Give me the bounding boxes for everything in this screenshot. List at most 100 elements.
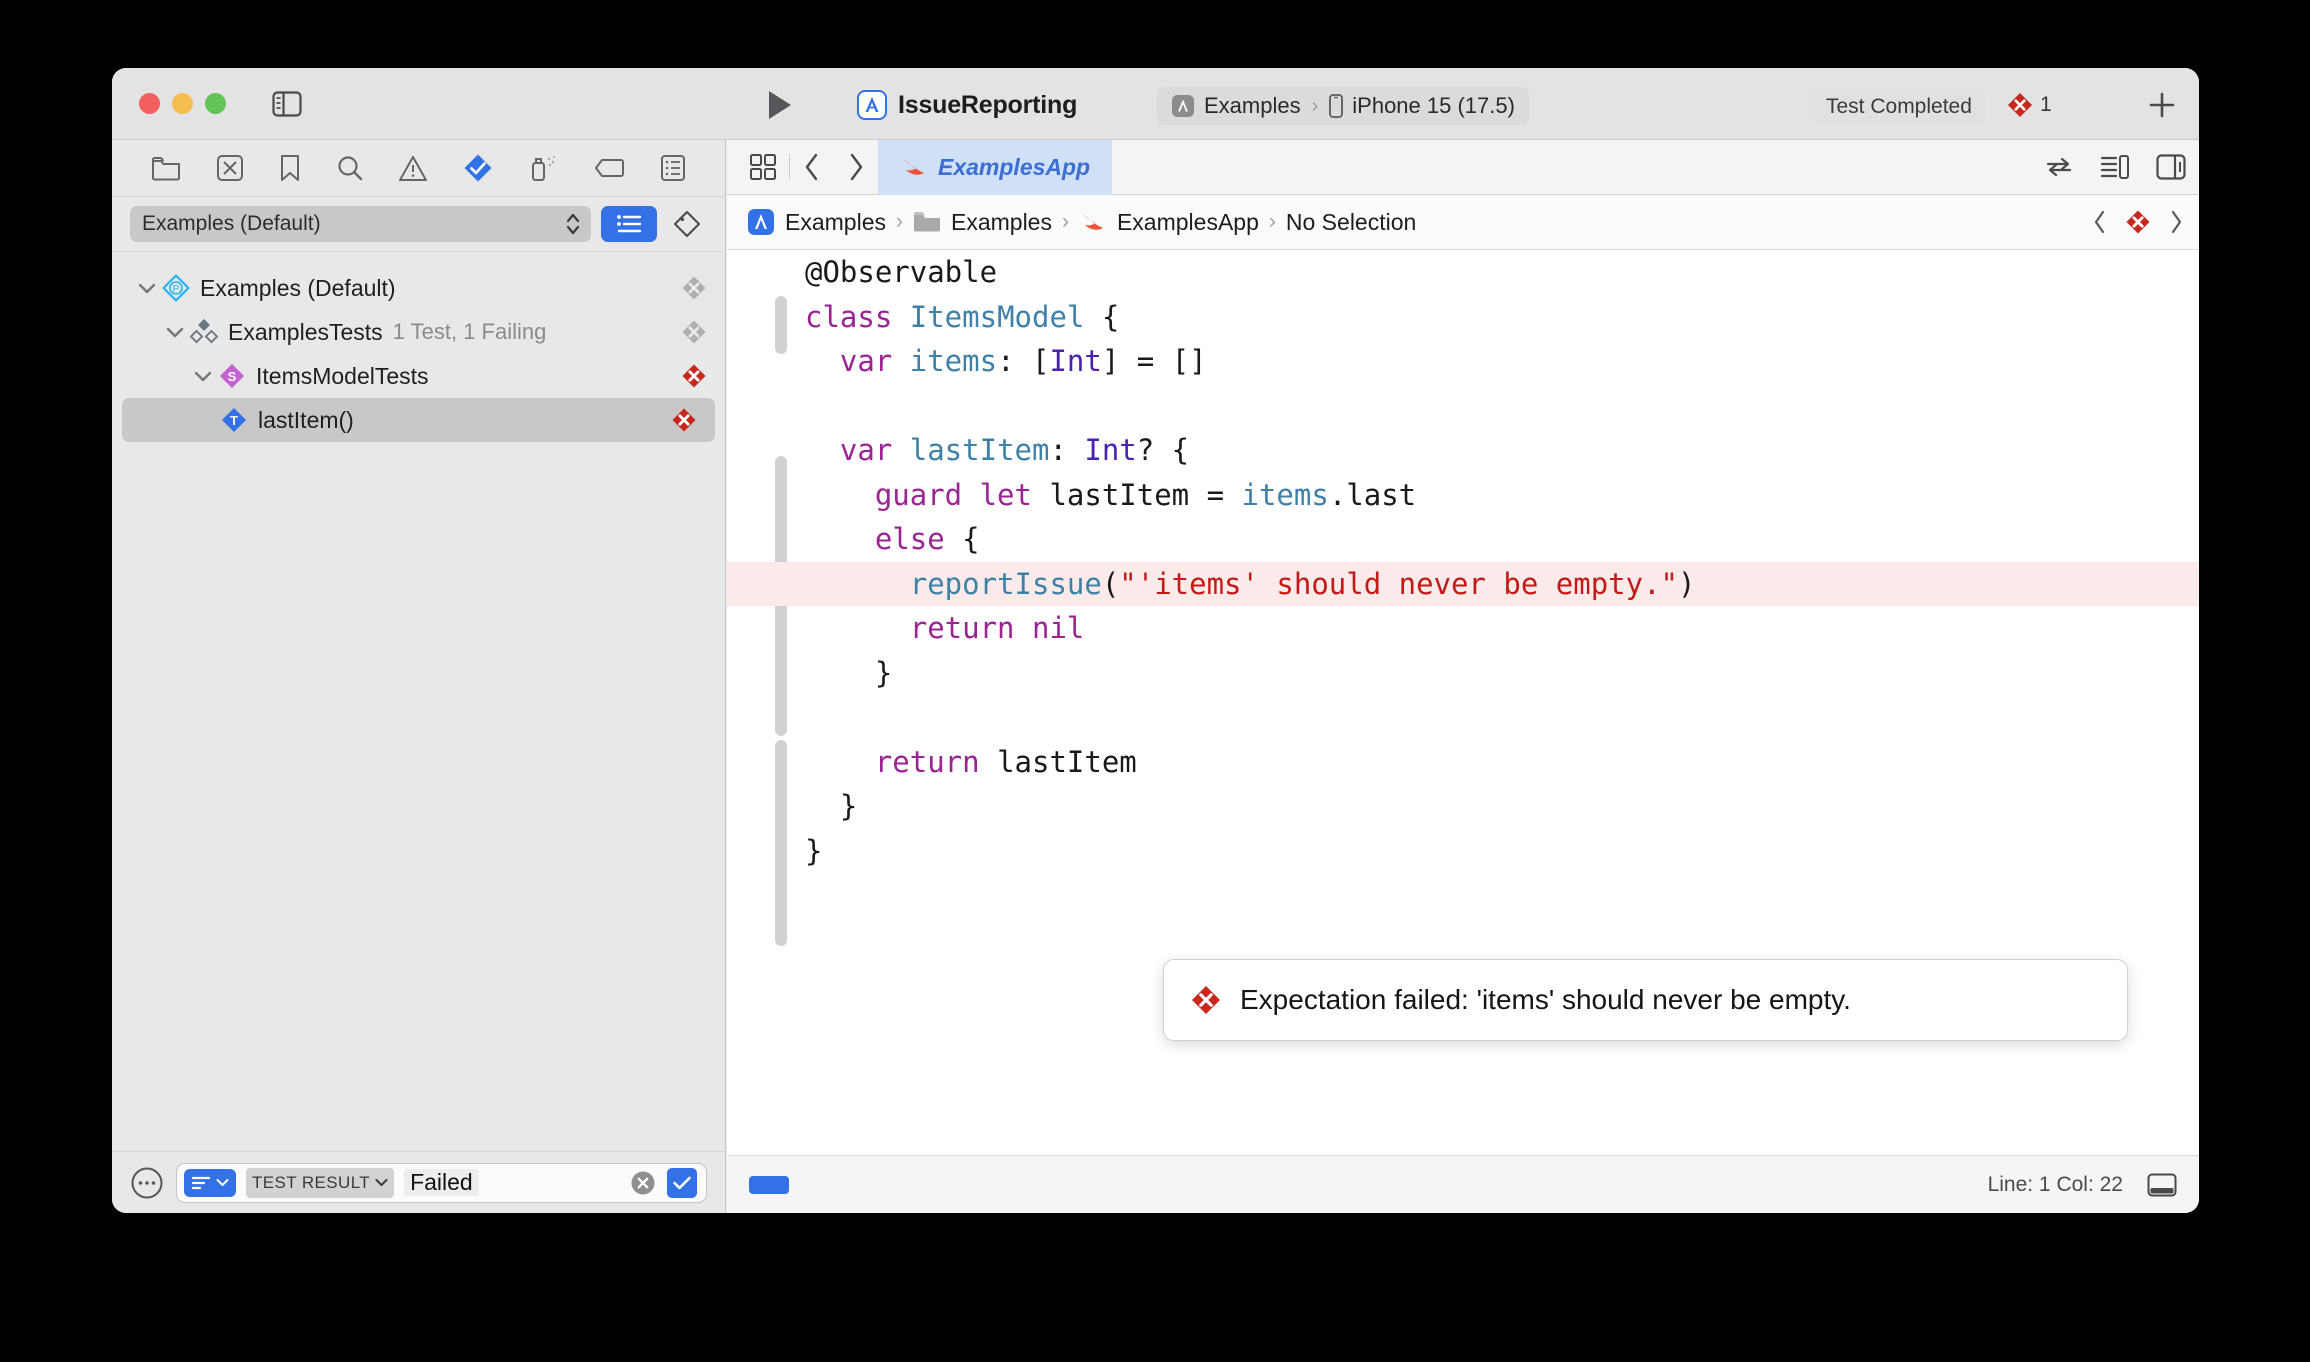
iphone-icon [1329,94,1343,118]
code-line: } [727,651,2199,696]
tree-row-test-suite[interactable]: S ItemsModelTests [112,354,725,398]
test-case-diamond-icon: T [218,406,250,434]
search-icon[interactable] [336,154,364,182]
breadcrumb-item-0[interactable]: Examples [785,209,886,236]
svg-text:T: T [230,413,238,428]
chevron-left-icon[interactable] [790,152,834,182]
chevron-left-icon[interactable] [2093,210,2107,234]
checkmark-icon[interactable] [667,1168,697,1198]
sidebar-left-icon[interactable] [272,91,302,117]
clear-circle-icon[interactable] [629,1169,657,1197]
filter-lines-icon [191,1175,211,1191]
issue-count-badge[interactable]: 1 [2007,92,2052,118]
code-token: .last [1329,478,1416,512]
tree-row-test-plan[interactable]: P Examples (Default) [112,266,725,310]
breadcrumb-item-2[interactable]: ExamplesApp [1117,209,1259,236]
activity-status: Test Completed [1812,90,1986,124]
test-result-scope-chip[interactable]: TEST RESULT [246,1168,394,1198]
editor-status-bar: Line: 1 Col: 22 [727,1155,2199,1213]
breadcrumb-item-1[interactable]: Examples [951,209,1052,236]
error-diamond-icon [2007,92,2033,118]
zoom-button[interactable] [205,93,226,114]
xcode-app-icon [747,208,775,236]
test-plan-popup-button[interactable]: Examples (Default) [130,206,591,242]
scope-label: TEST RESULT [252,1173,370,1193]
editor-tab-examplesapp[interactable]: ExamplesApp [878,140,1112,195]
editor-options-icon[interactable] [2087,154,2143,180]
code-line: var items: [Int] = [] [727,339,2199,384]
breakpoint-tag-icon[interactable] [593,157,625,179]
scheme-destination-selector[interactable]: Examples › iPhone 15 (17.5) [1157,87,1529,125]
minimap-chip-icon[interactable] [749,1176,789,1194]
code-editor[interactable]: @Observableclass ItemsModel { var items:… [727,250,2199,1158]
breadcrumb: Examples › Examples › ExamplesApp › No S… [727,195,2199,250]
plus-icon[interactable] [2147,90,2177,120]
ellipsis-circle-icon[interactable] [130,1166,164,1200]
inline-error-popup[interactable]: Expectation failed: 'items' should never… [1163,959,2128,1041]
code-token: @Observable [805,255,997,289]
xcode-app-icon [857,90,887,120]
bottom-panel-icon[interactable] [2147,1173,2177,1197]
chevron-down-icon[interactable] [162,326,188,338]
code-token: ( [1102,567,1119,601]
swift-bird-icon [900,154,928,180]
warning-triangle-icon[interactable] [398,155,428,182]
bookmark-icon[interactable] [279,154,301,182]
source-control-icon[interactable] [216,154,244,182]
code-token: nil [1032,611,1084,645]
minimize-button[interactable] [172,93,193,114]
test-diamond-icon[interactable] [463,153,493,183]
test-plan-filter-row: Examples (Default) [112,197,725,252]
grid-squares-icon[interactable] [737,153,789,181]
chevron-right-icon[interactable] [2169,210,2183,234]
tree-row-label: ExamplesTests [228,319,383,346]
code-review-icon[interactable] [2031,155,2087,179]
test-plan-popup-value: Examples (Default) [142,212,321,236]
code-line [727,695,2199,740]
destination-name: iPhone 15 (17.5) [1352,93,1515,119]
swift-bird-icon [1079,209,1107,235]
tree-row-label: ItemsModelTests [256,363,429,390]
code-token: ItemsModel [910,300,1085,334]
breadcrumb-separator: › [1269,210,1276,234]
list-bullet-icon[interactable] [601,206,657,242]
filter-scope-pill[interactable] [184,1169,236,1197]
up-down-chevron-icon [565,211,581,237]
code-token: { [962,522,979,556]
navigator-pane: Examples (Default) [112,140,726,1213]
close-button[interactable] [139,93,160,114]
code-token: Int [1049,344,1101,378]
code-token: { [1084,300,1119,334]
run-play-icon[interactable] [767,90,793,120]
chevron-down-icon[interactable] [134,282,160,294]
report-icon[interactable] [660,154,686,182]
breadcrumb-item-3[interactable]: No Selection [1286,209,1416,236]
code-token: } [805,834,822,868]
tag-icon[interactable] [667,210,707,238]
chevron-down-icon [375,1178,388,1187]
tree-row-test-bundle[interactable]: ExamplesTests 1 Test, 1 Failing [112,310,725,354]
folder-icon [913,210,941,234]
code-lines: @Observableclass ItemsModel { var items:… [727,250,2199,873]
code-token: ] = [] [1102,344,1207,378]
red-x-diamond-icon [671,407,697,433]
chevron-right-icon[interactable] [834,152,878,182]
code-line: var lastItem: Int? { [727,428,2199,473]
filter-input-field[interactable]: TEST RESULT Failed [176,1163,707,1203]
error-diamond-icon[interactable] [2125,209,2151,235]
traffic-lights [139,93,226,114]
code-token: items [910,344,997,378]
error-diamond-icon [1190,984,1222,1016]
chevron-down-icon[interactable] [190,370,216,382]
issue-count-value: 1 [2040,93,2052,117]
debug-spray-icon[interactable] [528,154,558,182]
editor-pane: ExamplesApp [727,140,2199,1213]
scheme-name: Examples [1204,93,1301,119]
folder-icon[interactable] [151,155,181,181]
test-navigator-tree: P Examples (Default) [112,252,725,442]
code-token: } [805,656,892,690]
code-token: guard let [805,478,1049,512]
add-editor-icon[interactable] [2143,154,2199,180]
tree-row-test-case[interactable]: T lastItem() [122,398,715,442]
tree-row-label: lastItem() [258,407,354,434]
